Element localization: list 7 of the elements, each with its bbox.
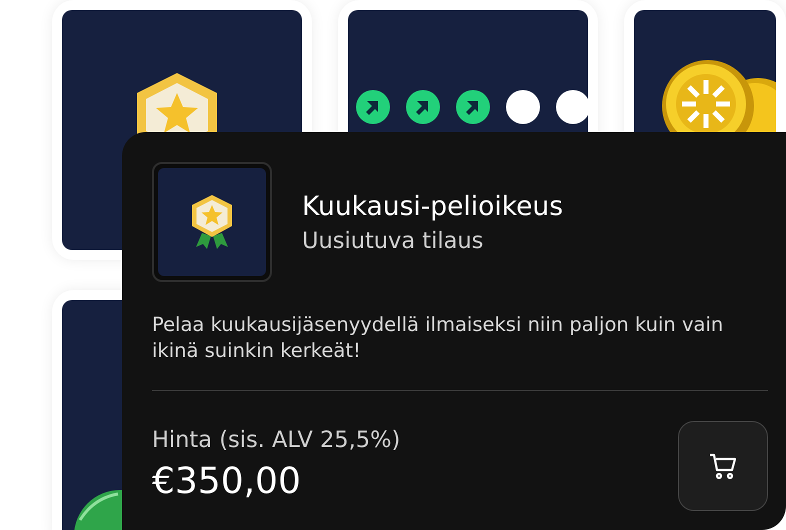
- price-label: Hinta (sis. ALV 25,5%): [152, 427, 400, 453]
- add-to-cart-button[interactable]: [678, 421, 768, 511]
- cart-icon: [708, 452, 738, 480]
- price: €350,00: [152, 461, 302, 502]
- product-description: Pelaa kuukausijäsenyydellä ilmaiseksi niin paljon kuin vain ikinä suinkin kerkeät!: [152, 312, 724, 364]
- product-subtitle: Uusiutuva tilaus: [302, 228, 484, 254]
- product-title: Kuukausi-pelioikeus: [302, 190, 564, 222]
